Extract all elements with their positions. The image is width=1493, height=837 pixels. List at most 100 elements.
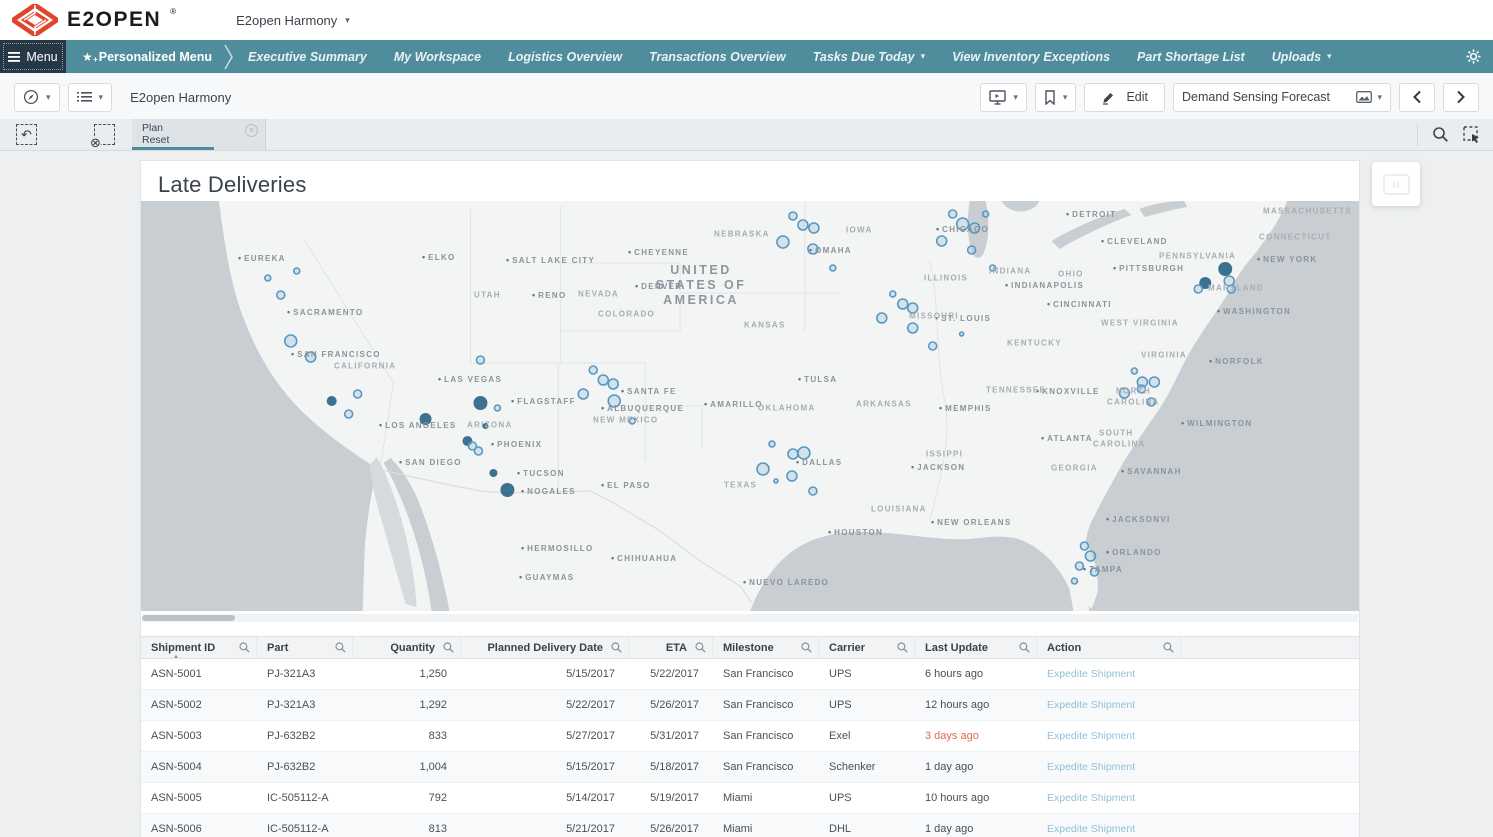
next-button[interactable]: [1443, 83, 1479, 112]
map-marker[interactable]: [757, 463, 769, 475]
table-row[interactable]: ASN-5004PJ-632B21,0045/15/20175/18/2017S…: [141, 752, 1359, 783]
column-search-icon[interactable]: [611, 642, 622, 653]
map-marker[interactable]: [937, 236, 947, 246]
map-marker[interactable]: [1085, 551, 1095, 561]
map-marker[interactable]: [983, 211, 989, 217]
map-marker[interactable]: [489, 469, 497, 477]
search-icon[interactable]: [1432, 126, 1449, 143]
tab-close-icon[interactable]: ×: [245, 124, 258, 137]
nav-item-transactions-overview[interactable]: Transactions Overview: [649, 50, 786, 64]
previous-button[interactable]: [1399, 83, 1435, 112]
map-marker[interactable]: [777, 236, 789, 248]
col-header-eta[interactable]: ETA: [629, 637, 713, 658]
nav-item-executive-summary[interactable]: Executive Summary: [248, 50, 367, 64]
map-marker[interactable]: [578, 389, 588, 399]
map-marker[interactable]: [968, 246, 976, 254]
late-deliveries-map[interactable]: UNITEDSTATES OFAMERICA •CHICAGO•DETROIT•…: [141, 201, 1359, 611]
map-marker[interactable]: [798, 220, 808, 230]
nav-item-tasks-due-today[interactable]: Tasks Due Today▾: [813, 50, 925, 64]
map-marker[interactable]: [285, 335, 297, 347]
map-marker[interactable]: [1080, 542, 1088, 550]
map-marker[interactable]: [500, 483, 514, 497]
map-marker[interactable]: [1131, 368, 1137, 374]
map-marker[interactable]: [789, 212, 797, 220]
marquee-select-icon[interactable]: [1463, 126, 1481, 144]
list-view-dropdown-button[interactable]: ▾: [68, 83, 113, 112]
map-marker[interactable]: [787, 471, 797, 481]
nav-item-uploads[interactable]: Uploads▾: [1272, 50, 1332, 64]
map-marker[interactable]: [277, 291, 285, 299]
col-header-shipment-id[interactable]: Shipment ID▲: [141, 637, 257, 658]
map-marker[interactable]: [474, 447, 482, 455]
table-row[interactable]: ASN-5002PJ-321A31,2925/22/20175/26/2017S…: [141, 690, 1359, 721]
nav-item-logistics-overview[interactable]: Logistics Overview: [508, 50, 622, 64]
column-search-icon[interactable]: [695, 642, 706, 653]
map-marker[interactable]: [473, 396, 487, 410]
expedite-shipment-link[interactable]: Expedite Shipment: [1047, 823, 1135, 835]
table-row[interactable]: ASN-5001PJ-321A31,2505/15/20175/22/2017S…: [141, 659, 1359, 690]
column-search-icon[interactable]: [801, 642, 812, 653]
map-marker[interactable]: [908, 323, 918, 333]
present-dropdown-button[interactable]: ▾: [980, 83, 1027, 112]
nav-item-my-workspace[interactable]: My Workspace: [394, 50, 481, 64]
column-search-icon[interactable]: [239, 642, 250, 653]
map-marker[interactable]: [476, 356, 484, 364]
map-marker[interactable]: [929, 342, 937, 350]
map-marker[interactable]: [294, 268, 300, 274]
nav-item-part-shortage-list[interactable]: Part Shortage List: [1137, 50, 1245, 64]
map-marker[interactable]: [589, 366, 597, 374]
column-search-icon[interactable]: [335, 642, 346, 653]
map-marker[interactable]: [345, 410, 353, 418]
map-marker[interactable]: [960, 332, 964, 336]
expedite-shipment-link[interactable]: Expedite Shipment: [1047, 699, 1135, 711]
map-marker[interactable]: [769, 441, 775, 447]
bookmark-dropdown-button[interactable]: ▾: [1035, 83, 1077, 112]
expedite-shipment-link[interactable]: Expedite Shipment: [1047, 792, 1135, 804]
map-marker[interactable]: [1218, 262, 1232, 276]
col-header-planned-delivery-date[interactable]: Planned Delivery Date: [461, 637, 629, 658]
column-search-icon[interactable]: [443, 642, 454, 653]
map-marker[interactable]: [1071, 578, 1077, 584]
expedite-shipment-link[interactable]: Expedite Shipment: [1047, 761, 1135, 773]
column-search-icon[interactable]: [1163, 642, 1174, 653]
menu-button[interactable]: Menu: [0, 40, 66, 73]
map-marker[interactable]: [898, 299, 908, 309]
table-row[interactable]: ASN-5005IC-505112-A7925/14/20175/19/2017…: [141, 783, 1359, 814]
map-marker[interactable]: [809, 487, 817, 495]
restore-region-button[interactable]: ↶: [16, 124, 37, 145]
map-marker[interactable]: [890, 291, 896, 297]
settings-gear-icon[interactable]: [1466, 49, 1481, 64]
col-header-carrier[interactable]: Carrier: [819, 637, 915, 658]
map-marker[interactable]: [1149, 377, 1159, 387]
column-search-icon[interactable]: [897, 642, 908, 653]
personalized-menu-button[interactable]: ★+ Personalized Menu: [82, 40, 212, 73]
compass-dropdown-button[interactable]: ▾: [14, 83, 60, 112]
col-header-part[interactable]: Part: [257, 637, 353, 658]
col-header-last-update[interactable]: Last Update: [915, 637, 1037, 658]
map-marker[interactable]: [608, 379, 618, 389]
col-header-milestone[interactable]: Milestone: [713, 637, 819, 658]
col-header-action[interactable]: Action: [1037, 637, 1181, 658]
col-header-quantity[interactable]: Quantity: [353, 637, 461, 658]
column-search-icon[interactable]: [1019, 642, 1030, 653]
forecast-selector[interactable]: Demand Sensing Forecast ▾: [1173, 83, 1391, 112]
map-marker[interactable]: [598, 375, 608, 385]
tab-plan-reset[interactable]: Plan Reset ×: [132, 119, 266, 150]
expedite-shipment-link[interactable]: Expedite Shipment: [1047, 730, 1135, 742]
table-row[interactable]: ASN-5003PJ-632B28335/27/20175/31/2017San…: [141, 721, 1359, 752]
map-horizontal-scrollbar[interactable]: [142, 614, 1358, 622]
map-marker[interactable]: [265, 275, 271, 281]
map-marker[interactable]: [1194, 285, 1202, 293]
map-marker[interactable]: [354, 390, 362, 398]
map-marker[interactable]: [877, 313, 887, 323]
panel-toolbar-button[interactable]: [1372, 162, 1420, 206]
app-switcher-dropdown[interactable]: E2open Harmony ▾: [236, 13, 350, 28]
edit-button[interactable]: Edit: [1084, 83, 1165, 112]
scrollbar-thumb[interactable]: [142, 615, 235, 621]
clear-region-button[interactable]: ⊗: [94, 124, 115, 145]
table-row[interactable]: ASN-5006IC-505112-A8135/21/20175/26/2017…: [141, 814, 1359, 837]
map-marker[interactable]: [809, 223, 819, 233]
map-marker[interactable]: [494, 405, 500, 411]
map-marker[interactable]: [774, 479, 778, 483]
nav-item-view-inventory-exceptions[interactable]: View Inventory Exceptions: [952, 50, 1110, 64]
